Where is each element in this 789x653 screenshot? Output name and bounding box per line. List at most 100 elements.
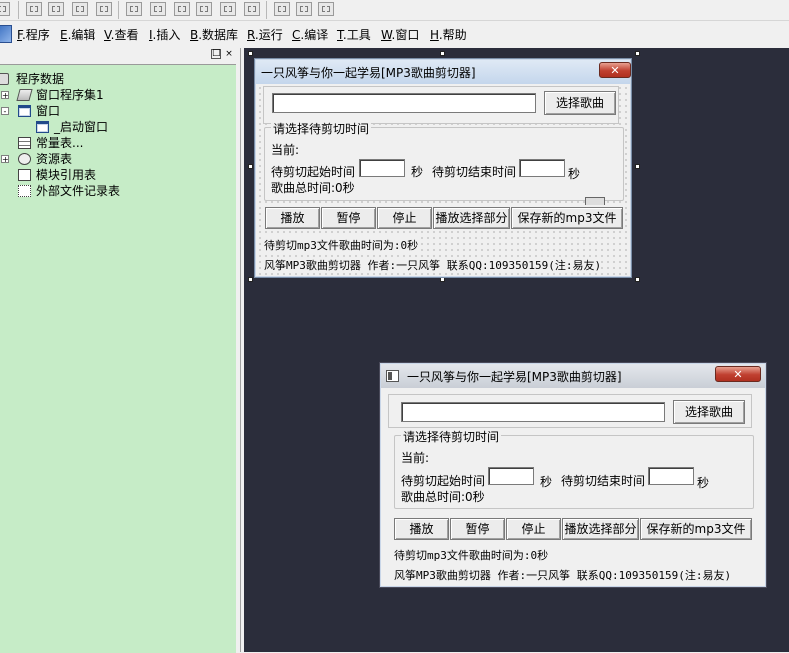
menu-tools[interactable]: T.工具 <box>337 26 371 43</box>
choose-song-button[interactable]: 选择歌曲 <box>673 400 745 424</box>
menu-key: H <box>430 28 439 42</box>
file-path-input[interactable] <box>401 402 665 422</box>
align-left-icon[interactable] <box>26 2 42 16</box>
menu-program[interactable]: F.程序 <box>17 26 50 43</box>
tree-item-label: 模块引用表 <box>36 168 97 182</box>
align-bottom-icon[interactable] <box>96 2 112 16</box>
toolbar-separator <box>118 1 119 19</box>
menu-label: .查看 <box>110 28 139 42</box>
start-time-label: 待剪切起始时间 <box>271 165 356 179</box>
design-form[interactable]: 一只风筝与你一起学易[MP3歌曲剪切器] ✕ 选择歌曲 请选择待剪切时间 当前:… <box>254 58 632 278</box>
pause-button[interactable]: 暂停 <box>321 207 376 229</box>
program-tree: 程序数据 + 窗口程序集1 - 窗口 _启动窗口 常量表... + 资源表 模块… <box>0 64 236 653</box>
menu-label: .数据库 <box>198 28 239 42</box>
resize-handle[interactable] <box>440 51 445 56</box>
resize-handle[interactable] <box>248 164 253 169</box>
footer-label: 风筝MP3歌曲剪切器 作者:一只风筝 联系QQ:109350159(注:易友) <box>264 257 602 273</box>
menu-compile[interactable]: C.编译 <box>292 26 328 43</box>
tree-item-label: 资源表 <box>36 152 73 166</box>
preview-title: 一只风筝与你一起学易[MP3歌曲剪切器] <box>407 370 622 384</box>
menu-bar: F.程序 E.编辑 V.查看 I.插入 B.数据库 R.运行 C.编译 T.工具… <box>0 22 789 46</box>
menu-label: .窗口 <box>391 28 420 42</box>
tree-item-label: 窗口 <box>36 104 61 118</box>
resources-icon <box>18 153 31 165</box>
menu-label: .编辑 <box>67 28 96 42</box>
space-vertical-icon[interactable] <box>244 2 260 16</box>
align-icon[interactable] <box>0 2 10 16</box>
end-time-input[interactable] <box>648 467 694 485</box>
window-icon <box>36 121 49 133</box>
menu-label: .工具 <box>342 28 371 42</box>
tree-item-label: _启动窗口 <box>54 120 109 134</box>
resize-handle[interactable] <box>635 51 640 56</box>
menu-database[interactable]: B.数据库 <box>190 26 238 43</box>
choose-song-button[interactable]: 选择歌曲 <box>544 91 616 115</box>
panel-splitter[interactable] <box>236 48 244 652</box>
collapse-icon[interactable]: - <box>1 107 9 116</box>
align-top-icon[interactable] <box>72 2 88 16</box>
seconds-label: 秒 <box>540 475 553 489</box>
menu-key: R <box>247 28 255 42</box>
form-title: 一只风筝与你一起学易[MP3歌曲剪切器] <box>261 66 476 80</box>
stop-button[interactable]: 停止 <box>377 207 432 229</box>
close-icon[interactable]: ✕ <box>599 62 631 78</box>
expand-icon[interactable]: + <box>1 91 9 100</box>
menu-help[interactable]: H.帮助 <box>430 26 467 43</box>
play-selection-button[interactable]: 播放选择部分 <box>433 207 510 229</box>
group-label: 请选择待剪切时间 <box>401 428 502 445</box>
resize-handle[interactable] <box>248 51 253 56</box>
close-icon[interactable]: ✕ <box>715 366 761 382</box>
form-titlebar: 一只风筝与你一起学易[MP3歌曲剪切器] ✕ <box>256 60 631 84</box>
fit-height-icon[interactable] <box>296 2 312 16</box>
footer-label: 风筝MP3歌曲剪切器 作者:一只风筝 联系QQ:109350159(注:易友) <box>394 569 732 582</box>
same-width-icon[interactable] <box>174 2 190 16</box>
play-selection-button[interactable]: 播放选择部分 <box>562 518 639 540</box>
same-height-icon[interactable] <box>196 2 212 16</box>
seconds-label: 秒 <box>411 165 424 179</box>
database-icon <box>0 73 9 85</box>
expand-icon[interactable]: + <box>1 155 9 164</box>
center-horizontal-icon[interactable] <box>126 2 142 16</box>
end-time-label: 待剪切结束时间 <box>432 165 517 179</box>
fit-width-icon[interactable] <box>274 2 290 16</box>
play-button[interactable]: 播放 <box>265 207 320 229</box>
app-logo-icon <box>0 25 12 43</box>
center-form-icon[interactable] <box>318 2 334 16</box>
menu-key: E <box>60 28 68 42</box>
preview-window[interactable]: 一只风筝与你一起学易[MP3歌曲剪切器] ✕ 选择歌曲 请选择待剪切时间 当前:… <box>379 362 767 588</box>
menu-insert[interactable]: I.插入 <box>149 26 180 43</box>
menu-label: .帮助 <box>438 28 467 42</box>
design-area: 一只风筝与你一起学易[MP3歌曲剪切器] ✕ 选择歌曲 请选择待剪切时间 当前:… <box>244 48 789 652</box>
seconds-label: 秒 <box>568 167 581 181</box>
resize-handle[interactable] <box>635 277 640 282</box>
menu-view[interactable]: V.查看 <box>104 26 139 43</box>
menu-key: B <box>190 28 199 42</box>
save-mp3-button[interactable]: 保存新的mp3文件 <box>511 207 623 229</box>
cut-time-label: 待剪切mp3文件歌曲时间为:0秒 <box>264 237 419 253</box>
save-mp3-button[interactable]: 保存新的mp3文件 <box>640 518 752 540</box>
menu-label: .编译 <box>300 28 329 42</box>
menu-edit[interactable]: E.编辑 <box>60 26 95 43</box>
start-time-input[interactable] <box>359 159 405 177</box>
resize-handle[interactable] <box>248 277 253 282</box>
stop-button[interactable]: 停止 <box>506 518 561 540</box>
pause-button[interactable]: 暂停 <box>450 518 505 540</box>
restore-icon[interactable]: □ <box>211 49 221 59</box>
end-time-label: 待剪切结束时间 <box>561 474 646 488</box>
space-horizontal-icon[interactable] <box>220 2 236 16</box>
center-vertical-icon[interactable] <box>150 2 166 16</box>
start-time-label: 待剪切起始时间 <box>401 474 486 488</box>
align-right-icon[interactable] <box>48 2 64 16</box>
menu-run[interactable]: R.运行 <box>247 26 283 43</box>
file-path-input[interactable] <box>272 93 536 113</box>
program-set-icon <box>16 89 33 101</box>
end-time-input[interactable] <box>519 159 565 177</box>
preview-titlebar: 一只风筝与你一起学易[MP3歌曲剪切器] ✕ <box>381 364 765 388</box>
menu-window[interactable]: W.窗口 <box>381 26 419 43</box>
constants-icon <box>18 137 31 149</box>
menu-label: .运行 <box>254 28 283 42</box>
close-panel-icon[interactable]: × <box>224 49 234 59</box>
play-button[interactable]: 播放 <box>394 518 449 540</box>
start-time-input[interactable] <box>488 467 534 485</box>
resize-handle[interactable] <box>635 164 640 169</box>
